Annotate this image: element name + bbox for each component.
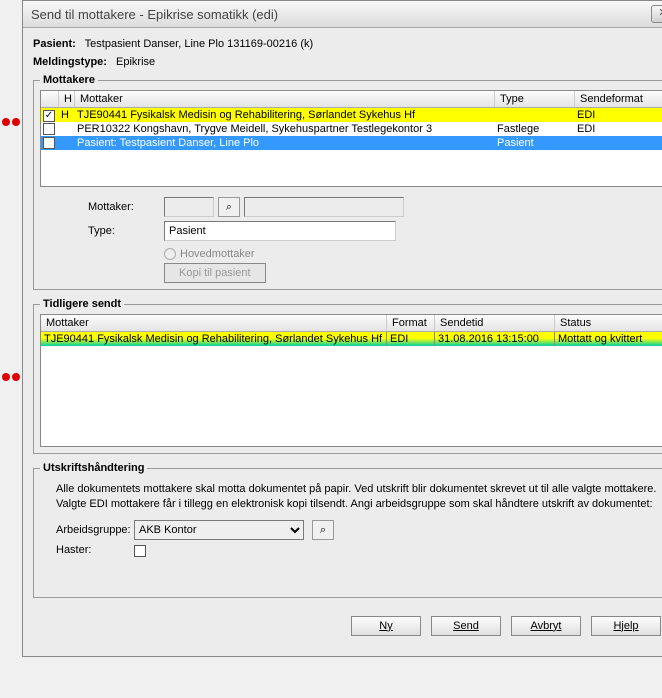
sent-fieldset: Tidligere sendt Mottaker Format Sendetid… <box>33 298 662 454</box>
sent-col-status[interactable]: Status <box>555 315 662 331</box>
recipients-empty <box>41 150 662 186</box>
recipients-legend: Mottakere <box>40 74 98 86</box>
table-row[interactable]: PER10322 Kongshavn, Trygve Meidell, Syke… <box>41 122 662 136</box>
patient-row: Pasient: Testpasient Danser, Line Plo 13… <box>33 38 662 50</box>
table-row[interactable]: HTJE90441 Fysikalsk Medisin og Rehabilit… <box>41 108 662 122</box>
close-button[interactable]: ✕ <box>651 5 662 23</box>
table-row[interactable]: TJE90441 Fysikalsk Medisin og Rehabilite… <box>41 332 662 346</box>
hovedmottaker-radio: Hovedmottaker <box>164 245 424 263</box>
hjelp-button[interactable]: Hjelp <box>591 616 661 636</box>
row-format: EDI <box>575 108 662 122</box>
arbeidsgruppe-label: Arbeidsgruppe: <box>56 524 126 536</box>
sent-col-sendetid[interactable]: Sendetid <box>435 315 555 331</box>
ny-button[interactable]: Ny <box>351 616 421 636</box>
sent-col-mottaker[interactable]: Mottaker <box>41 315 387 331</box>
avbryt-button[interactable]: Avbryt <box>511 616 581 636</box>
col-mottaker[interactable]: Mottaker <box>75 91 495 107</box>
sent-empty <box>41 346 662 446</box>
row-checkbox[interactable] <box>43 123 55 135</box>
row-h <box>59 136 75 150</box>
sent-legend: Tidligere sendt <box>40 298 124 310</box>
sent-format: EDI <box>387 332 435 346</box>
patient-value: Testpasient Danser, Line Plo 131169-0021… <box>85 38 314 50</box>
mottaker-name-box <box>244 197 404 217</box>
haster-checkbox[interactable] <box>134 545 146 557</box>
col-type[interactable]: Type <box>495 91 575 107</box>
kopi-til-pasient-button: Kopi til pasient <box>164 263 266 283</box>
msgtype-value: Epikrise <box>116 56 155 68</box>
printing-text: Alle dokumentets mottakere skal motta do… <box>56 482 662 512</box>
recipients-fieldset: Mottakere H Mottaker Type Sendeformat HT… <box>33 74 662 290</box>
row-mottaker: PER10322 Kongshavn, Trygve Meidell, Syke… <box>75 122 495 136</box>
patient-label: Pasient: <box>33 38 76 50</box>
annotation-dot <box>12 373 20 381</box>
row-h <box>59 122 75 136</box>
arbeidsgruppe-select[interactable]: AKB Kontor <box>134 520 304 540</box>
sent-mottaker: TJE90441 Fysikalsk Medisin og Rehabilite… <box>41 332 387 346</box>
msgtype-row: Meldingstype: Epikrise <box>33 56 662 68</box>
printing-legend: Utskriftshåndtering <box>40 462 147 474</box>
annotation-dot <box>12 118 20 126</box>
window-title: Send til mottakere - Epikrise somatikk (… <box>31 7 278 22</box>
binoculars-icon: ⌕ <box>320 524 326 536</box>
annotation-dot <box>2 118 10 126</box>
haster-label: Haster: <box>56 544 126 556</box>
col-h[interactable]: H <box>59 91 75 107</box>
type-label: Type: <box>88 225 158 237</box>
mottaker-code-box <box>164 197 214 217</box>
row-mottaker: Pasient: Testpasient Danser, Line Plo <box>75 136 495 150</box>
row-mottaker: TJE90441 Fysikalsk Medisin og Rehabilite… <box>75 108 495 122</box>
table-row[interactable]: Pasient: Testpasient Danser, Line PloPas… <box>41 136 662 150</box>
row-format: EDI <box>575 122 662 136</box>
sent-status: Mottatt og kvittert <box>555 332 662 346</box>
annotation-dot <box>2 373 10 381</box>
mottaker-label: Mottaker: <box>88 201 158 213</box>
row-h: H <box>59 108 75 122</box>
titlebar: Send til mottakere - Epikrise somatikk (… <box>23 1 662 28</box>
printing-fieldset: Utskriftshåndtering Alle dokumentets mot… <box>33 462 662 598</box>
msgtype-label: Meldingstype: <box>33 56 107 68</box>
row-format <box>575 136 662 150</box>
row-checkbox[interactable] <box>43 137 55 149</box>
send-button[interactable]: Send <box>431 616 501 636</box>
type-value-box: Pasient <box>164 221 396 241</box>
sent-table: Mottaker Format Sendetid Status TJE90441… <box>40 314 662 447</box>
search-mottaker-button[interactable]: ⌕ <box>218 197 240 217</box>
row-checkbox[interactable] <box>43 110 55 122</box>
arbeidsgruppe-search-button[interactable]: ⌕ <box>312 520 334 540</box>
row-type: Pasient <box>495 136 575 150</box>
col-check <box>41 91 59 107</box>
sent-time: 31.08.2016 13:15:00 <box>435 332 555 346</box>
col-format[interactable]: Sendeformat <box>575 91 662 107</box>
sent-col-format[interactable]: Format <box>387 315 435 331</box>
row-type: Fastlege <box>495 122 575 136</box>
row-type <box>495 108 575 122</box>
binoculars-icon: ⌕ <box>226 201 232 213</box>
recipients-table: H Mottaker Type Sendeformat HTJE90441 Fy… <box>40 90 662 187</box>
